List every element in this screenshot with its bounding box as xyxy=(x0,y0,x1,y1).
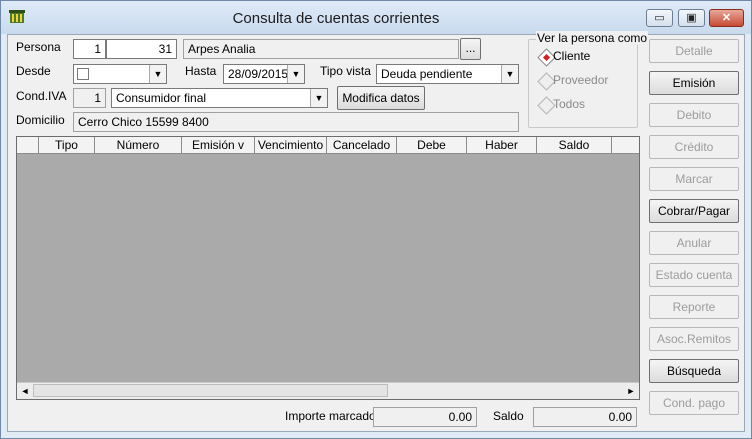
detalle-button[interactable]: Detalle xyxy=(649,39,739,63)
credito-button[interactable]: Crédito xyxy=(649,135,739,159)
saldo-label: Saldo xyxy=(493,409,524,423)
busqueda-button[interactable]: Búsqueda xyxy=(649,359,739,383)
desde-date-picker[interactable]: ▼ xyxy=(73,64,167,84)
column-header[interactable]: Saldo xyxy=(537,137,612,153)
radio-todos-label[interactable]: Todos xyxy=(553,97,585,111)
scroll-left-icon[interactable]: ◄ xyxy=(17,383,33,399)
domicilio-label: Domicilio xyxy=(16,113,65,127)
radio-cliente-label[interactable]: Cliente xyxy=(553,49,590,63)
title-bar: Consulta de cuentas corrientes ▭ ▣ ✕ xyxy=(1,1,751,34)
maximize-button[interactable]: ▣ xyxy=(678,9,705,27)
importe-marcado-field: 0.00 xyxy=(373,407,477,427)
modifica-datos-button[interactable]: Modifica datos xyxy=(337,86,425,110)
column-header[interactable]: Tipo xyxy=(39,137,95,153)
column-header[interactable] xyxy=(17,137,39,153)
hasta-label: Hasta xyxy=(185,64,217,78)
horizontal-scrollbar[interactable]: ◄ ► xyxy=(17,382,639,399)
cond-iva-label: Cond.IVA xyxy=(16,89,67,103)
reporte-button[interactable]: Reporte xyxy=(649,295,739,319)
hasta-value: 28/09/2015 xyxy=(228,67,289,81)
column-header[interactable]: Número xyxy=(95,137,182,153)
chevron-down-icon[interactable]: ▼ xyxy=(149,65,166,83)
accounts-table[interactable]: Tipo Número Emisión v Vencimiento Cancel… xyxy=(16,136,640,400)
scroll-right-icon[interactable]: ► xyxy=(623,383,639,399)
tipo-vista-label: Tipo vista xyxy=(320,64,371,78)
scrollbar-thumb[interactable] xyxy=(33,384,388,397)
domicilio-field: Cerro Chico 15599 8400 xyxy=(73,112,519,132)
column-header[interactable]: Vencimiento xyxy=(255,137,327,153)
importe-marcado-label: Importe marcado xyxy=(285,409,376,423)
chevron-down-icon[interactable]: ▼ xyxy=(287,65,304,83)
column-header xyxy=(612,137,639,153)
column-header[interactable]: Haber xyxy=(467,137,537,153)
estado-cuenta-button[interactable]: Estado cuenta xyxy=(649,263,739,287)
persona-lookup-button[interactable]: ... xyxy=(460,38,481,60)
desde-checkbox[interactable] xyxy=(77,68,89,80)
chevron-down-icon[interactable]: ▼ xyxy=(501,65,518,83)
cond-iva-code-field: 1 xyxy=(73,88,106,108)
tipo-vista-select[interactable]: Deuda pendiente ▼ xyxy=(376,64,519,84)
main-window: Consulta de cuentas corrientes ▭ ▣ ✕ Per… xyxy=(0,0,752,439)
window-title: Consulta de cuentas corrientes xyxy=(232,10,440,27)
desde-label: Desde xyxy=(16,64,51,78)
close-button[interactable]: ✕ xyxy=(709,9,744,27)
column-header[interactable]: Cancelado xyxy=(327,137,397,153)
cond-pago-button[interactable]: Cond. pago xyxy=(649,391,739,415)
cond-iva-select[interactable]: Consumidor final ▼ xyxy=(111,88,328,108)
column-header[interactable]: Debe xyxy=(397,137,467,153)
column-header[interactable]: Emisión v xyxy=(182,137,255,153)
saldo-field: 0.00 xyxy=(533,407,637,427)
marcar-button[interactable]: Marcar xyxy=(649,167,739,191)
radio-proveedor-label[interactable]: Proveedor xyxy=(553,73,608,87)
persona-name-field: Arpes Analia xyxy=(183,39,459,59)
chevron-down-icon[interactable]: ▼ xyxy=(310,89,327,107)
tipo-vista-value: Deuda pendiente xyxy=(381,67,473,81)
emision-button[interactable]: Emisión xyxy=(649,71,739,95)
anular-button[interactable]: Anular xyxy=(649,231,739,255)
asoc-remitos-button[interactable]: Asoc.Remitos xyxy=(649,327,739,351)
ver-persona-group-title: Ver la persona como xyxy=(536,31,649,45)
persona-label: Persona xyxy=(16,40,61,54)
persona-id-field[interactable]: 31 xyxy=(106,39,177,59)
cobrar-pagar-button[interactable]: Cobrar/Pagar xyxy=(649,199,739,223)
persona-sub-id-field[interactable]: 1 xyxy=(73,39,106,59)
cond-iva-value: Consumidor final xyxy=(116,91,207,105)
hasta-date-picker[interactable]: 28/09/2015 ▼ xyxy=(223,64,305,84)
debito-button[interactable]: Debito xyxy=(649,103,739,127)
table-header: Tipo Número Emisión v Vencimiento Cancel… xyxy=(17,137,639,154)
minimize-button[interactable]: ▭ xyxy=(646,9,673,27)
